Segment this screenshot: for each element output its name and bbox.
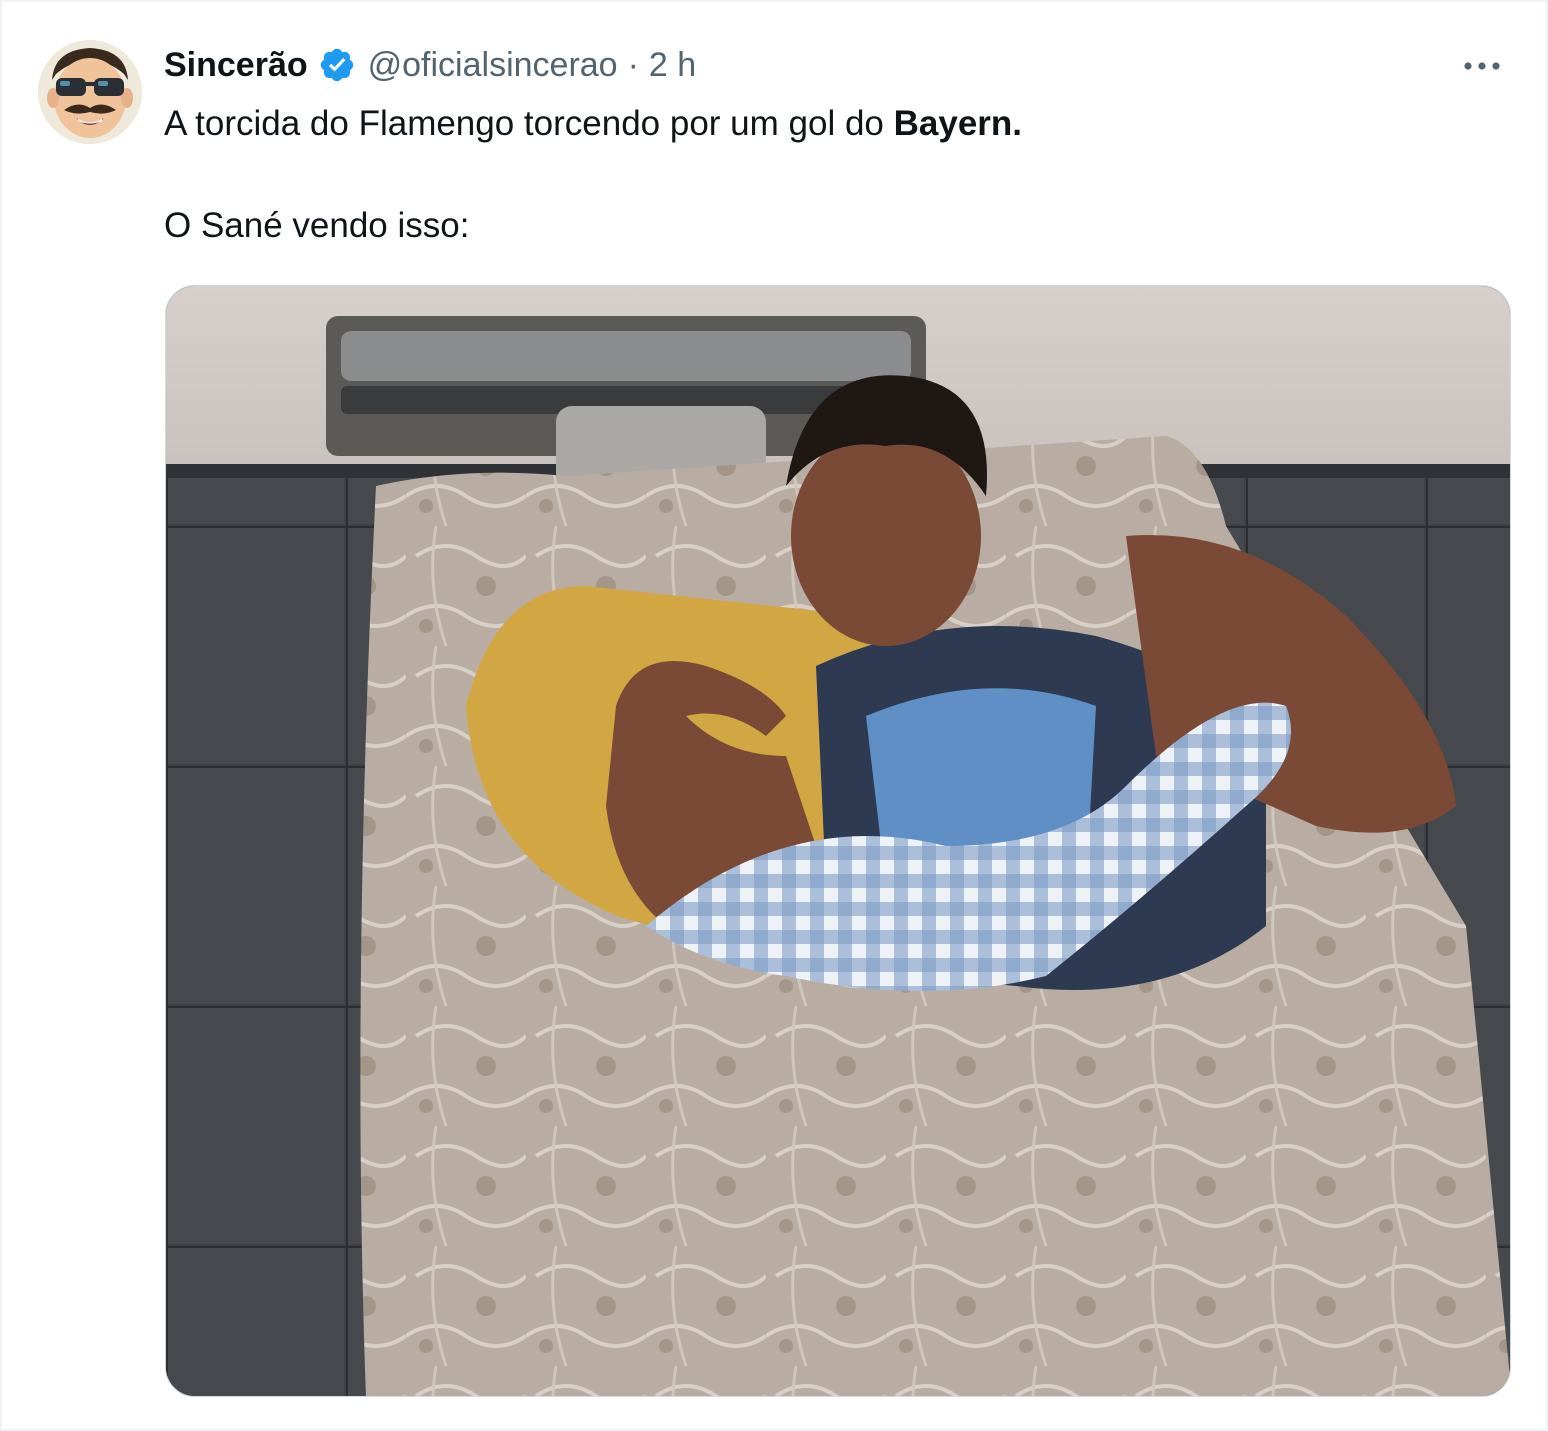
separator-dot: · [627,45,639,84]
photo-illustration [166,286,1510,1396]
avatar[interactable] [38,40,142,144]
tweet-header: Sincerão @oficialsincerao · 2 h [164,42,696,88]
display-name[interactable]: Sincerão [164,46,308,85]
tweet-text-line-2: O Sané vendo isso: [164,206,470,245]
tweet-text-prefix: A torcida do Flamengo torcendo por um go… [164,104,894,143]
avatar-face-icon [38,40,142,144]
user-handle[interactable]: @oficialsincerao [368,46,618,85]
more-options-icon[interactable] [1456,46,1508,86]
tweet-media-photo[interactable] [165,285,1511,1397]
verified-badge-icon [318,46,356,84]
tweet-text-bold: Bayern. [893,104,1023,143]
timestamp[interactable]: 2 h [649,46,696,85]
tweet-card: Sincerão @oficialsincerao · 2 h A torcid… [0,0,1548,1431]
tweet-text-line-1: A torcida do Flamengo torcendo por um go… [164,102,1022,146]
